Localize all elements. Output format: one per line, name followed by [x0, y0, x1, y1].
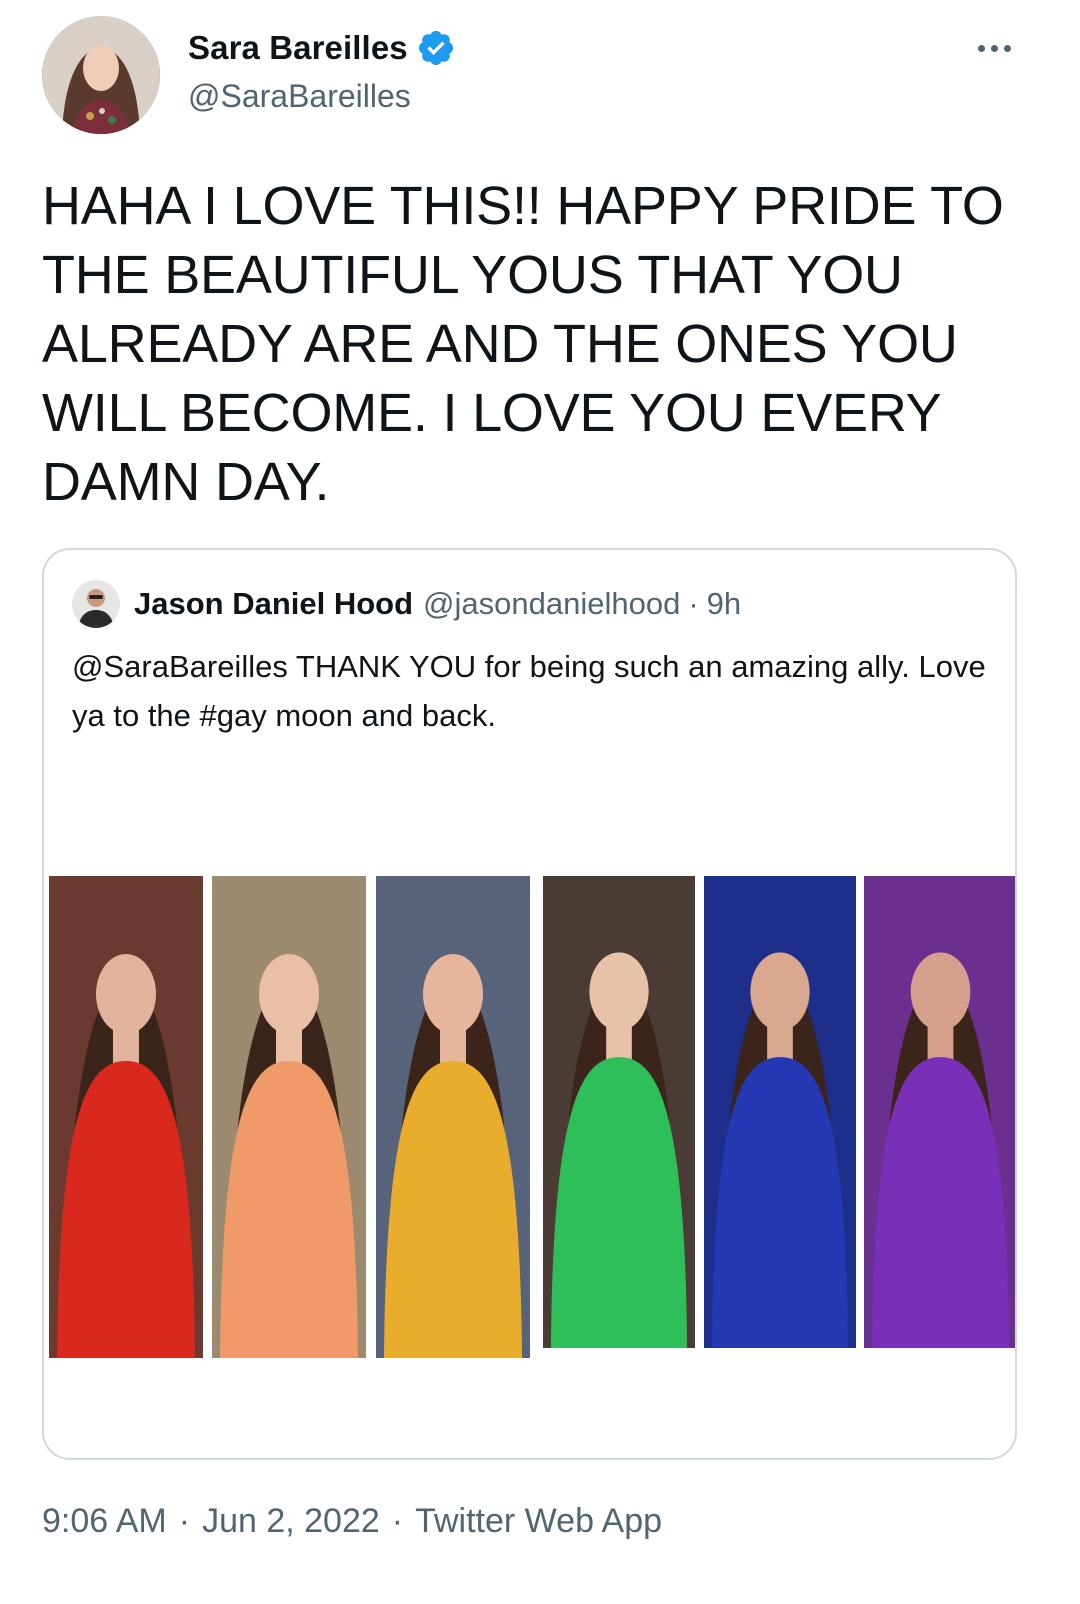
more-options-icon[interactable]	[974, 38, 1014, 58]
more-dot	[1003, 44, 1011, 52]
tweet-detail: Sara Bareilles @SaraBareilles HAHA I LOV…	[0, 0, 1080, 1604]
meta-separator: ·	[178, 1502, 191, 1540]
author-display-name[interactable]: Sara Bareilles	[188, 29, 408, 67]
tweet-text: HAHA I LOVE THIS!! HAPPY PRIDE TO THE BE…	[42, 176, 1004, 512]
more-dot	[990, 44, 998, 52]
quoted-timestamp[interactable]: 9h	[707, 586, 741, 622]
quoted-tweet-header: Jason Daniel Hood @jasondanielhood · 9h	[72, 580, 741, 628]
author-name-row: Sara Bareilles	[188, 28, 456, 68]
quoted-author-avatar[interactable]	[72, 580, 120, 628]
meta-separator: ·	[391, 1502, 404, 1540]
author-avatar[interactable]	[42, 16, 160, 134]
verified-badge-icon	[418, 30, 453, 66]
more-dot	[977, 44, 985, 52]
photo-panel-green[interactable]	[543, 876, 695, 1348]
tweet-meta: 9:06 AM · Jun 2, 2022 · Twitter Web App	[42, 1502, 662, 1541]
photo-panel-red[interactable]	[49, 876, 203, 1358]
quoted-author-name[interactable]: Jason Daniel Hood	[134, 586, 413, 622]
photo-panel-orange[interactable]	[212, 876, 366, 1358]
quoted-tweet-text: @SaraBareilles THANK YOU for being such …	[72, 649, 986, 733]
tweet-date[interactable]: Jun 2, 2022	[202, 1502, 380, 1541]
photo-panel-yellow[interactable]	[376, 876, 530, 1358]
quoted-author-handle[interactable]: @jasondanielhood	[423, 586, 680, 622]
quoted-separator: ·	[688, 586, 699, 621]
photo-panel-blue[interactable]	[704, 876, 856, 1348]
quoted-tweet[interactable]: Jason Daniel Hood @jasondanielhood · 9h …	[42, 548, 1017, 1460]
photo-collage[interactable]	[49, 876, 1015, 1358]
photo-panel-purple[interactable]	[864, 876, 1015, 1348]
tweet-source[interactable]: Twitter Web App	[415, 1502, 662, 1541]
tweet-time[interactable]: 9:06 AM	[42, 1502, 167, 1541]
author-handle[interactable]: @SaraBareilles	[188, 78, 411, 115]
